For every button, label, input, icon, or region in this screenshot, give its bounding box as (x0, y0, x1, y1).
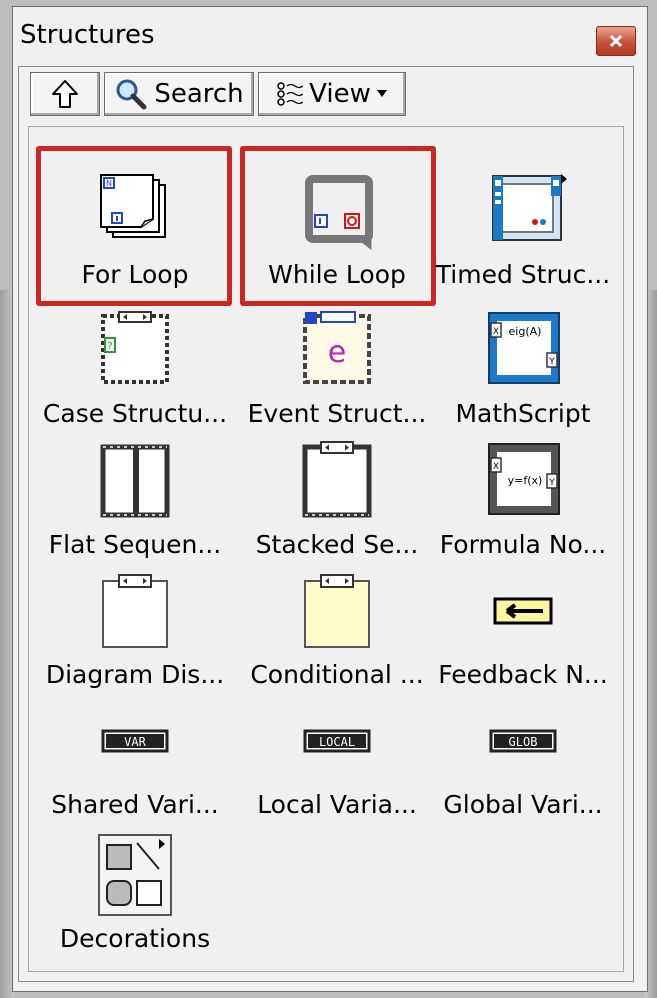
search-label: Search (154, 79, 244, 109)
flat-sequence-icon (40, 436, 230, 526)
palette-item-label: Timed Struc... (435, 260, 611, 289)
palette-item-label: Case Structu... (42, 399, 228, 428)
svg-text:X: X (493, 462, 499, 472)
palette-item-timed-structure[interactable]: Timed Struc... (428, 166, 618, 306)
palette-toolbar: Search View (30, 72, 406, 116)
global-variable-icon: GLOB (428, 696, 618, 786)
formula-node-icon: X Y y=f(x) (428, 436, 618, 526)
palette-item-label: Shared Vari... (51, 790, 219, 819)
palette-item-label: Local Varia... (257, 790, 417, 819)
decorations-icon (40, 830, 230, 920)
palette-item-label: Event Struct... (247, 399, 427, 428)
palette-item-mathscript[interactable]: X Y eig(A) MathScript (428, 305, 618, 445)
close-icon (609, 34, 623, 48)
shared-variable-icon: VAR (40, 696, 230, 786)
palette-item-label: Stacked Se... (255, 530, 419, 559)
palette-item-label: Diagram Dis... (45, 660, 225, 689)
palette-item-stacked-sequence[interactable]: Stacked Se... (242, 436, 432, 576)
palette-item-label: Formula No... (439, 530, 607, 559)
palette-item-case-structure[interactable]: ? Case Structu... (40, 305, 230, 445)
view-list-icon (277, 81, 304, 107)
palette-item-label: Global Vari... (443, 790, 603, 819)
local-variable-icon: LOCAL (242, 696, 432, 786)
event-structure-icon: e (242, 305, 432, 395)
mathscript-icon: X Y eig(A) (428, 305, 618, 395)
dropdown-arrow-icon (376, 90, 387, 98)
search-button[interactable]: Search (104, 72, 254, 116)
diagram-disable-icon (40, 566, 230, 656)
svg-text:y=f(x): y=f(x) (508, 474, 543, 487)
close-button[interactable] (596, 26, 636, 56)
search-icon (114, 77, 148, 111)
palette-item-diagram-disable[interactable]: Diagram Dis... (40, 566, 230, 706)
palette-title: Structures (20, 20, 155, 50)
view-button[interactable]: View (258, 72, 406, 116)
palette-item-label: Flat Sequen... (48, 530, 222, 559)
svg-text:Y: Y (548, 357, 555, 367)
feedback-node-icon (428, 566, 618, 656)
highlight-box (36, 146, 232, 306)
case-structure-icon: ? (40, 305, 230, 395)
svg-text:LOCAL: LOCAL (319, 735, 355, 749)
palette-item-event-structure[interactable]: e Event Struct... (242, 305, 432, 445)
palette-item-global-variable[interactable]: GLOB Global Vari... (428, 696, 618, 836)
svg-text:e: e (328, 335, 346, 370)
palette-item-decorations[interactable]: Decorations (40, 830, 230, 970)
conditional-disable-icon (242, 566, 432, 656)
highlight-box (240, 146, 436, 306)
palette-item-label: Feedback N... (438, 660, 608, 689)
svg-text:eig(A): eig(A) (509, 325, 542, 338)
palette-item-conditional-disable[interactable]: Conditional ... (242, 566, 432, 706)
svg-text:VAR: VAR (124, 735, 146, 749)
svg-text:X: X (493, 327, 499, 337)
palette-item-flat-sequence[interactable]: Flat Sequen... (40, 436, 230, 576)
svg-text:Y: Y (548, 478, 555, 488)
svg-text:?: ? (107, 341, 112, 352)
up-arrow-icon (50, 78, 80, 110)
palette-item-local-variable[interactable]: LOCAL Local Varia... (242, 696, 432, 836)
palette-item-label: Conditional ... (250, 660, 424, 689)
palette-item-feedback-node[interactable]: Feedback N... (428, 566, 618, 706)
up-button[interactable] (30, 72, 100, 116)
timed-structure-icon (428, 166, 618, 256)
svg-text:GLOB: GLOB (509, 735, 538, 749)
palette-item-label: Decorations (59, 924, 211, 953)
stacked-sequence-icon (242, 436, 432, 526)
palette-item-shared-variable[interactable]: VAR Shared Vari... (40, 696, 230, 836)
palette-item-label: MathScript (455, 399, 591, 428)
palette-item-formula-node[interactable]: X Y y=f(x) Formula No... (428, 436, 618, 576)
view-label: View (309, 79, 371, 109)
